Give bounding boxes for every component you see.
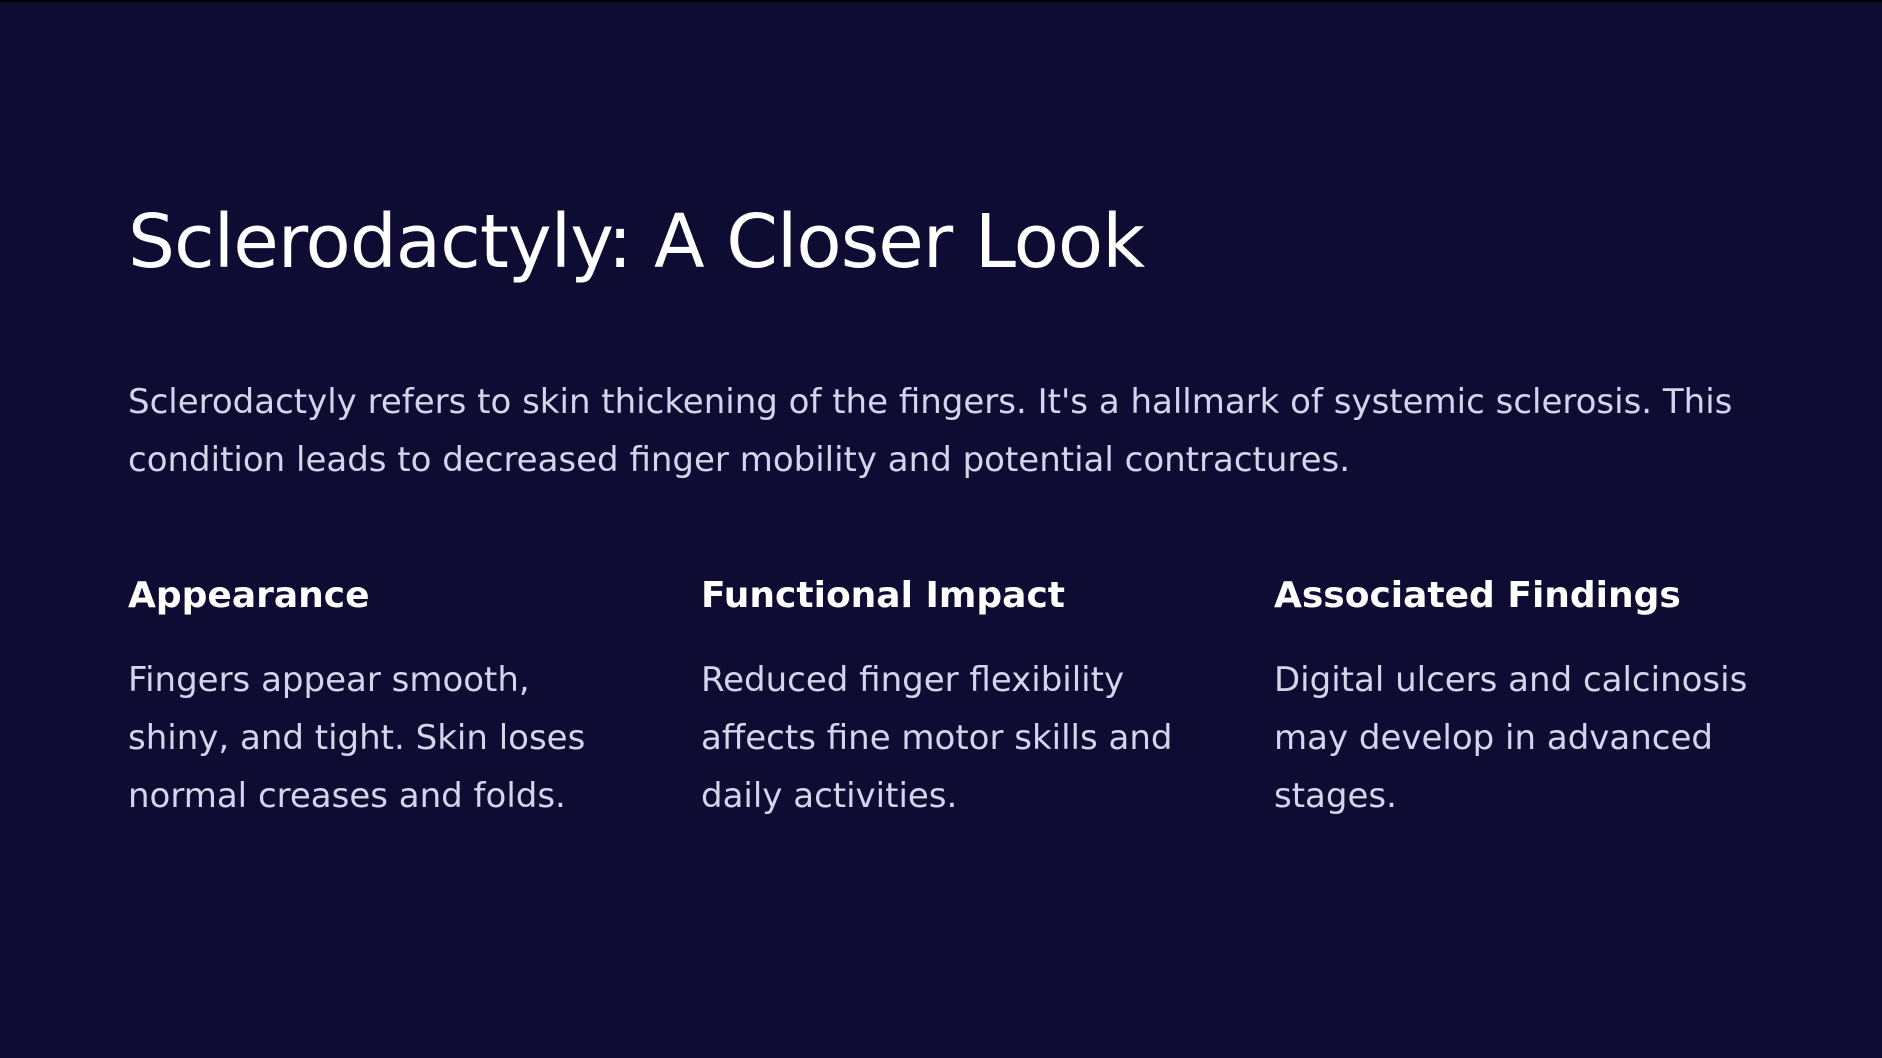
slide: Sclerodactyly: A Closer Look Sclerodacty… (0, 0, 1882, 1058)
column-functional-impact: Functional Impact Reduced finger flexibi… (701, 570, 1201, 825)
column-appearance: Appearance Fingers appear smooth, shiny,… (128, 570, 628, 825)
column-heading-appearance: Appearance (128, 575, 370, 616)
column-body-functional-impact: Reduced finger flexibility affects fine … (701, 660, 1173, 816)
column-associated-findings: Associated Findings Digital ulcers and c… (1274, 570, 1774, 825)
column-body-appearance: Fingers appear smooth, shiny, and tight.… (128, 660, 586, 816)
slide-title: Sclerodactyly: A Closer Look (128, 199, 1145, 285)
column-heading-functional-impact: Functional Impact (701, 575, 1065, 616)
intro-paragraph: Sclerodactyly refers to skin thickening … (128, 382, 1733, 480)
column-heading-associated-findings: Associated Findings (1274, 575, 1681, 616)
column-body-associated-findings: Digital ulcers and calcinosis may develo… (1274, 660, 1748, 816)
